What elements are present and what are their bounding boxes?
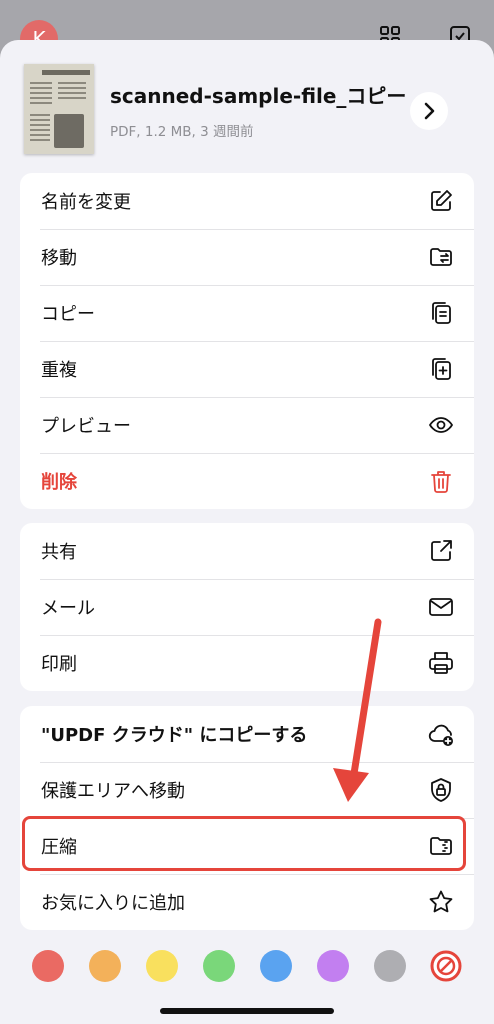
row-label: メール xyxy=(41,598,95,619)
trash-icon xyxy=(431,471,451,493)
more-actions-group: "UPDF クラウド" にコピーする 保護エリアへ移動 圧縮 お気に入りに追加 xyxy=(20,706,474,930)
color-tag-yellow[interactable] xyxy=(146,950,178,982)
move-to-protected-row[interactable]: 保護エリアへ移動 xyxy=(20,762,474,818)
action-sheet: scanned-sample-file_コピー PDF, 1.2 MB, 3 週… xyxy=(0,40,494,1024)
row-label: 移動 xyxy=(41,248,77,269)
color-tag-blue[interactable] xyxy=(260,950,292,982)
duplicate-plus-icon xyxy=(432,358,451,380)
file-header: scanned-sample-file_コピー PDF, 1.2 MB, 3 週… xyxy=(0,40,494,160)
preview-row[interactable]: プレビュー xyxy=(20,397,474,453)
row-label: 圧縮 xyxy=(41,837,77,858)
move-row[interactable]: 移動 xyxy=(20,229,474,285)
row-label: プレビュー xyxy=(41,416,131,437)
row-label: 保護エリアへ移動 xyxy=(41,781,185,802)
file-meta: PDF, 1.2 MB, 3 週間前 xyxy=(110,124,254,140)
row-label: 削除 xyxy=(41,472,77,493)
color-tag-purple[interactable] xyxy=(317,950,349,982)
no-color-icon[interactable] xyxy=(430,950,462,982)
row-label: 印刷 xyxy=(41,654,77,675)
row-label: お気に入りに追加 xyxy=(41,893,185,914)
folder-move-icon xyxy=(430,248,452,266)
file-actions-group: 名前を変更 移動 コピー 重複 プレビュー 削除 xyxy=(20,173,474,509)
color-tag-red[interactable] xyxy=(32,950,64,982)
row-label: コピー xyxy=(41,304,95,325)
pencil-square-icon xyxy=(431,190,452,211)
delete-row[interactable]: 削除 xyxy=(20,453,474,509)
copy-to-cloud-row[interactable]: "UPDF クラウド" にコピーする xyxy=(20,706,474,762)
copy-docs-icon xyxy=(432,302,451,324)
file-details-button[interactable] xyxy=(410,92,448,130)
row-label: "UPDF クラウド" にコピーする xyxy=(41,725,308,746)
color-tags xyxy=(0,950,494,986)
row-label: 名前を変更 xyxy=(41,192,131,213)
add-favorite-row[interactable]: お気に入りに追加 xyxy=(20,874,474,930)
home-indicator xyxy=(160,1008,334,1014)
share-actions-group: 共有 メール 印刷 xyxy=(20,523,474,691)
shield-lock-icon xyxy=(431,778,451,802)
share-arrow-icon xyxy=(431,540,452,561)
file-name: scanned-sample-file_コピー xyxy=(110,84,407,108)
color-tag-orange[interactable] xyxy=(89,950,121,982)
eye-icon xyxy=(429,417,453,433)
cloud-plus-icon xyxy=(428,724,453,746)
zip-folder-icon xyxy=(430,837,452,855)
color-tag-green[interactable] xyxy=(203,950,235,982)
color-tag-gray[interactable] xyxy=(374,950,406,982)
rename-row[interactable]: 名前を変更 xyxy=(20,173,474,229)
row-label: 重複 xyxy=(41,360,77,381)
duplicate-row[interactable]: 重複 xyxy=(20,341,474,397)
copy-row[interactable]: コピー xyxy=(20,285,474,341)
printer-icon xyxy=(429,652,453,674)
row-label: 共有 xyxy=(41,542,77,563)
compress-row[interactable]: 圧縮 xyxy=(20,818,474,874)
file-thumbnail xyxy=(24,64,94,154)
star-icon xyxy=(429,890,453,913)
mail-row[interactable]: メール xyxy=(20,579,474,635)
envelope-icon xyxy=(429,598,453,616)
share-row[interactable]: 共有 xyxy=(20,523,474,579)
chevron-right-icon xyxy=(424,102,435,120)
print-row[interactable]: 印刷 xyxy=(20,635,474,691)
